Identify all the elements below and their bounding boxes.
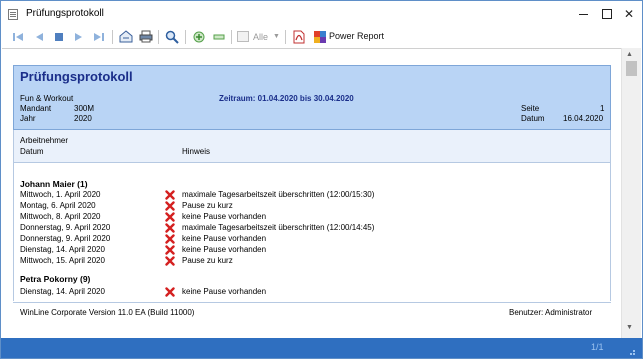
row-date: Donnerstag, 9. April 2020 [20,234,111,243]
chevron-down-icon: ▼ [273,33,280,40]
maximize-button[interactable] [598,5,616,23]
zoom-out-icon[interactable] [211,28,226,45]
last-page-icon[interactable] [92,28,106,45]
row-date: Mittwoch, 1. April 2020 [20,190,101,199]
toolbar-separator [112,30,113,44]
page-filter-dropdown[interactable]: Alle ▼ [237,29,280,44]
report-window: Prüfungsprotokoll ✕ Alle ▼ Power Report … [0,0,643,359]
page-indicator: 1/1 [591,342,604,352]
row-date: Dienstag, 14. April 2020 [20,245,105,254]
error-icon [165,223,175,233]
page-filter-value: Alle [253,31,269,42]
employee-name: Johann Maier (1) [20,179,88,189]
jahr-label: Jahr [20,114,36,123]
scroll-down-icon[interactable]: ▼ [626,324,633,331]
row-date: Dienstag, 14. April 2020 [20,287,105,296]
print-icon[interactable] [138,28,154,45]
error-icon [165,287,175,297]
seite-value: 1 [600,104,605,113]
power-report-icon[interactable] [312,28,328,45]
toolbar-separator [185,30,186,44]
row-date: Montag, 6. April 2020 [20,201,96,210]
row-date: Donnerstag, 9. April 2020 [20,223,111,232]
toolbar-separator [158,30,159,44]
toolbar-separator [285,30,286,44]
status-bar: 1/1 [1,338,642,358]
error-icon [165,190,175,200]
close-button[interactable]: ✕ [620,5,638,23]
scrollbar-thumb[interactable] [626,61,637,76]
employee-name: Petra Pokorny (9) [20,274,91,284]
report-title: Prüfungsprotokoll [20,69,133,84]
column-hinweis: Hinweis [182,147,211,156]
pdf-icon[interactable] [291,28,307,45]
zeitraum: Zeitraum: 01.04.2020 bis 30.04.2020 [219,94,354,103]
search-icon[interactable] [164,28,180,45]
company-name: Fun & Workout [20,94,74,103]
title-bar: Prüfungsprotokoll ✕ [1,1,642,27]
minimize-button[interactable] [575,5,593,23]
error-icon [165,234,175,244]
error-icon [165,201,175,211]
error-icon [165,212,175,222]
toolbar: Alle ▼ Power Report [1,27,642,47]
error-icon [165,256,175,266]
datum-value: 16.04.2020 [563,114,604,123]
row-hint: keine Pause vorhanden [182,245,267,254]
power-report-button[interactable]: Power Report [329,31,384,41]
row-hint: keine Pause vorhanden [182,234,267,243]
document-icon [8,9,18,20]
row-hint: Pause zu kurz [182,256,233,265]
row-hint: keine Pause vorhanden [182,212,267,221]
scroll-up-icon[interactable]: ▲ [626,51,633,58]
previous-page-icon[interactable] [32,28,46,45]
export-icon[interactable] [118,28,134,45]
column-arbeitnehmer: Arbeitnehmer [20,136,69,145]
row-date: Mittwoch, 15. April 2020 [20,256,105,265]
report-header: Prüfungsprotokoll Fun & Workout Mandant … [13,65,611,130]
column-datum: Datum [20,147,44,156]
resize-grip-icon[interactable] [627,347,635,355]
mandant-label: Mandant [20,104,52,113]
mandant-value: 300M [74,104,95,113]
window-title: Prüfungsprotokoll [26,8,104,19]
first-page-icon[interactable] [11,28,25,45]
jahr-value: 2020 [74,114,92,123]
next-page-icon[interactable] [72,28,86,45]
report-viewport[interactable]: Prüfungsprotokoll Fun & Workout Mandant … [2,48,621,338]
vertical-scrollbar[interactable]: ▲ ▼ [621,48,641,338]
toolbar-separator [231,30,232,44]
stop-icon[interactable] [52,28,66,45]
row-date: Mittwoch, 8. April 2020 [20,212,101,221]
datum-label: Datum [521,114,545,123]
version-info: WinLine Corporate Version 11.0 EA (Build… [20,308,195,317]
footer-divider [13,302,611,303]
row-hint: keine Pause vorhanden [182,287,267,296]
zoom-in-icon[interactable] [191,28,206,45]
column-header: Arbeitnehmer Datum Hinweis [13,130,611,163]
row-hint: maximale Tagesarbeitszeit überschritten … [182,223,375,232]
page-filter-icon [237,31,249,42]
row-hint: Pause zu kurz [182,201,233,210]
row-hint: maximale Tagesarbeitszeit überschritten … [182,190,375,199]
user-info: Benutzer: Administrator [509,308,593,317]
seite-label: Seite [521,104,540,113]
error-icon [165,245,175,255]
report-body: Johann Maier (1) Mittwoch, 1. April 2020… [13,163,611,301]
